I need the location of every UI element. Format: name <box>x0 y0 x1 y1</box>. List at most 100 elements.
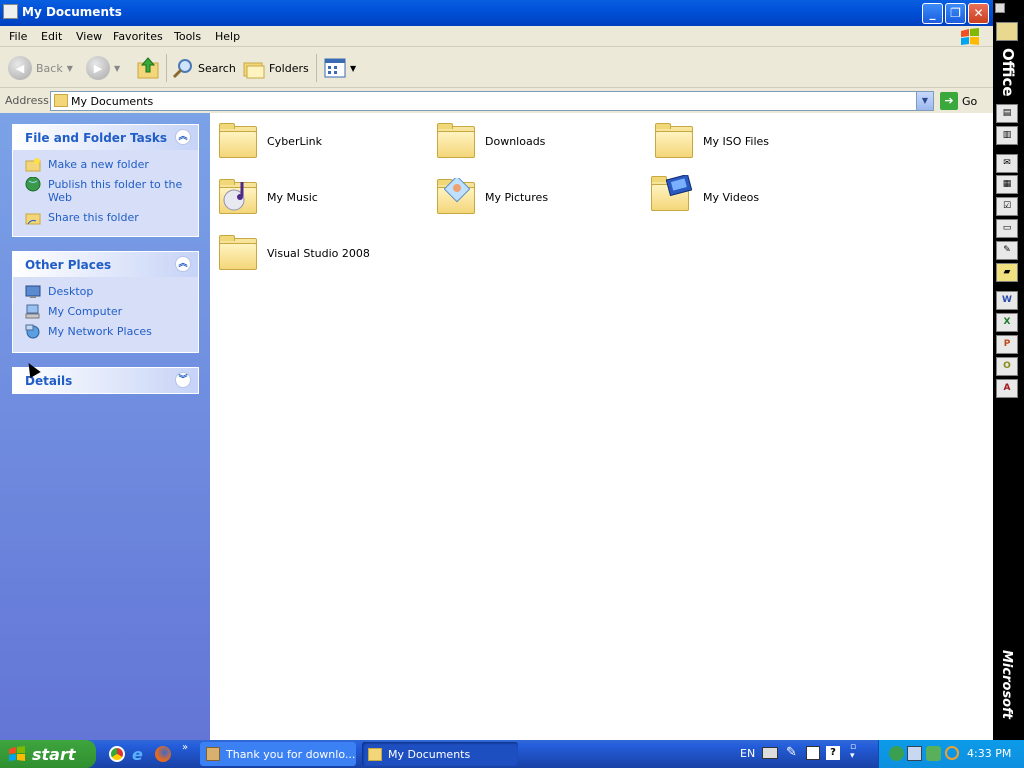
folder-item[interactable]: My ISO Files <box>654 122 769 160</box>
office-note-button[interactable]: ▰ <box>996 263 1018 282</box>
access-icon[interactable]: A <box>996 379 1018 398</box>
office-new-document-button[interactable]: ▤ <box>996 104 1018 123</box>
menu-view[interactable]: View <box>76 30 102 43</box>
security-tray-icon[interactable] <box>926 746 941 761</box>
views-icon <box>324 58 346 78</box>
office-new-appointment-button[interactable]: ▦ <box>996 175 1018 194</box>
search-label: Search <box>198 61 236 75</box>
back-button[interactable]: ◀ Back ▼ <box>8 56 73 80</box>
start-button[interactable]: start <box>0 740 96 768</box>
toolbar: ◀ Back ▼ ▶ ▼ Search Folders ▼ <box>0 48 993 88</box>
system-tray: 4:33 PM <box>878 740 1024 768</box>
views-button[interactable]: ▼ <box>324 56 356 80</box>
music-folder-icon <box>218 178 258 216</box>
explorer-window: My Documents _ ❐ ✕ File Edit View Favori… <box>0 0 993 740</box>
search-button[interactable]: Search <box>172 56 236 80</box>
folder-name: CyberLink <box>267 134 322 148</box>
menu-file[interactable]: File <box>9 30 27 43</box>
powerpoint-icon[interactable]: P <box>996 335 1018 354</box>
office-journal-button[interactable]: ✎ <box>996 241 1018 260</box>
folder-item[interactable]: Visual Studio 2008 <box>218 234 370 272</box>
menu-tools[interactable]: Tools <box>174 30 201 43</box>
publish-folder-link[interactable]: Publish this folder to the Web <box>13 177 198 204</box>
office-new-task-button[interactable]: ☑ <box>996 197 1018 216</box>
language-bar-icon[interactable] <box>806 746 820 760</box>
keyboard-icon[interactable] <box>762 747 778 759</box>
folder-item[interactable]: My Pictures <box>436 178 548 216</box>
app-icon <box>206 747 220 761</box>
file-folder-tasks-header[interactable]: File and Folder Tasks ︽ <box>13 125 198 150</box>
file-folder-tasks-panel: File and Folder Tasks ︽ Make a new folde… <box>12 124 199 237</box>
folder-icon <box>436 122 476 160</box>
pen-icon[interactable]: ✎ <box>786 745 797 760</box>
office-bar-menu-icon[interactable] <box>995 3 1005 13</box>
excel-icon[interactable]: X <box>996 313 1018 332</box>
address-bar: Address My Documents ▼ ➔ Go <box>0 89 993 113</box>
title-bar[interactable]: My Documents _ ❐ ✕ <box>0 0 993 26</box>
maximize-button[interactable]: ❐ <box>945 3 966 24</box>
expand-chevron-icon[interactable]: ︾ <box>175 372 191 388</box>
language-indicator[interactable]: EN <box>740 747 755 760</box>
panel-title: File and Folder Tasks <box>25 131 168 145</box>
up-folder-button[interactable] <box>136 56 160 80</box>
up-folder-icon <box>137 57 159 79</box>
taskbar-item-thank-you[interactable]: Thank you for downlo... <box>200 742 356 766</box>
search-tray-icon[interactable] <box>945 746 959 760</box>
office-new-contact-button[interactable]: ▭ <box>996 219 1018 238</box>
quick-launch-more-icon[interactable]: » <box>182 742 188 753</box>
chrome-icon[interactable] <box>109 746 125 762</box>
folders-label: Folders <box>269 61 309 75</box>
close-button[interactable]: ✕ <box>968 3 989 24</box>
address-dropdown-button[interactable]: ▼ <box>916 92 933 110</box>
office-new-message-button[interactable]: ✉ <box>996 154 1018 173</box>
other-places-header[interactable]: Other Places ︽ <box>13 252 198 277</box>
connection-tray-icon[interactable] <box>907 746 922 761</box>
my-network-places-link[interactable]: My Network Places <box>13 324 198 339</box>
outlook-icon[interactable]: O <box>996 357 1018 376</box>
task-pane: File and Folder Tasks ︽ Make a new folde… <box>0 113 210 740</box>
publish-web-icon <box>25 177 41 192</box>
menu-bar: File Edit View Favorites Tools Help <box>0 26 993 47</box>
folder-icon <box>218 122 258 160</box>
folder-item[interactable]: Downloads <box>436 122 545 160</box>
minimize-button[interactable]: _ <box>922 3 943 24</box>
forward-button[interactable]: ▶ ▼ <box>86 56 120 80</box>
my-computer-icon <box>25 304 40 319</box>
folders-button[interactable]: Folders <box>243 56 309 80</box>
folder-item[interactable]: CyberLink <box>218 122 322 160</box>
new-folder-icon <box>25 158 41 172</box>
folder-icon <box>218 234 258 272</box>
menu-favorites[interactable]: Favorites <box>113 30 163 43</box>
my-computer-link[interactable]: My Computer <box>13 304 198 319</box>
folder-item[interactable]: My Videos <box>650 175 759 219</box>
make-new-folder-link[interactable]: Make a new folder <box>13 158 198 172</box>
file-list-view: CyberLink Downloads My ISO Files My Musi… <box>210 113 993 740</box>
menu-help[interactable]: Help <box>215 30 240 43</box>
collapse-chevron-icon[interactable]: ︽ <box>175 129 191 145</box>
word-icon[interactable]: W <box>996 291 1018 310</box>
views-dropdown-icon: ▼ <box>350 63 357 73</box>
taskbar-item-my-documents[interactable]: My Documents <box>362 742 518 766</box>
office-label: Office <box>999 48 1017 97</box>
internet-explorer-icon[interactable]: e <box>132 745 143 764</box>
menu-edit[interactable]: Edit <box>41 30 62 43</box>
go-button[interactable]: ➔ Go <box>940 92 977 110</box>
network-places-icon <box>25 324 40 339</box>
language-bar-options-icon[interactable]: ▫ ▾ <box>850 743 856 761</box>
office-folder-button[interactable] <box>996 22 1018 41</box>
firefox-icon[interactable] <box>155 746 171 762</box>
share-folder-icon <box>25 213 41 225</box>
folder-name: My Pictures <box>485 190 549 204</box>
collapse-chevron-icon[interactable]: ︽ <box>175 256 191 272</box>
folder-item[interactable]: My Music <box>218 178 318 216</box>
clock[interactable]: 4:33 PM <box>967 747 1011 760</box>
address-input[interactable]: My Documents ▼ <box>50 91 934 111</box>
help-icon[interactable]: ? <box>826 746 840 760</box>
desktop-link[interactable]: Desktop <box>13 285 198 298</box>
share-folder-link[interactable]: Share this folder <box>13 211 198 225</box>
folders-icon <box>243 62 265 79</box>
office-open-document-button[interactable]: ▥ <box>996 126 1018 145</box>
panel-title: Other Places <box>25 258 112 272</box>
network-tray-icon[interactable] <box>889 746 904 761</box>
folder-icon <box>654 122 694 160</box>
